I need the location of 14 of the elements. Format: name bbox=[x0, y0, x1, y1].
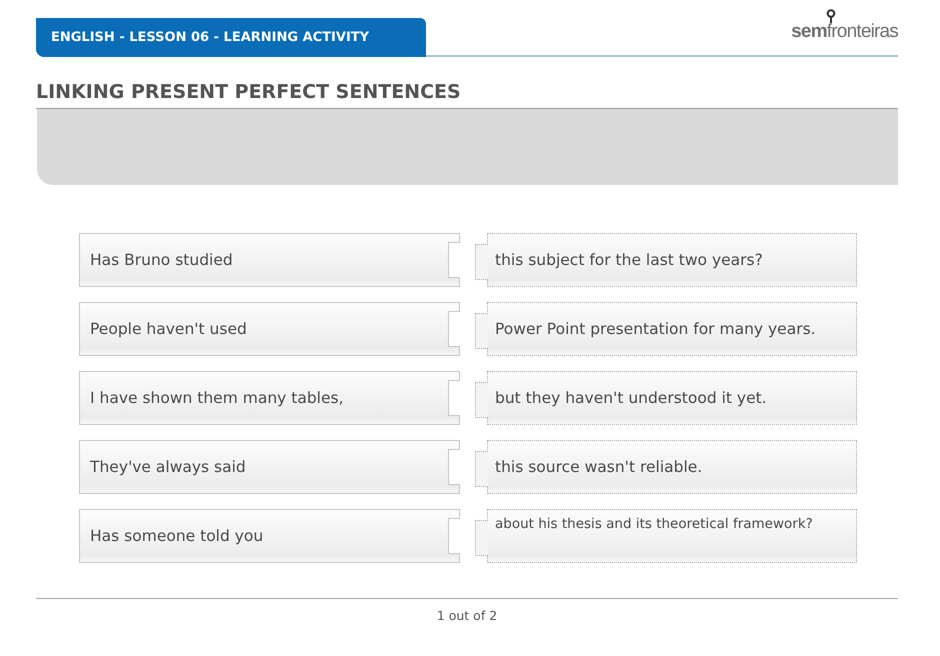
sentence-end-card[interactable]: Power Point presentation for many years. bbox=[475, 302, 857, 356]
sentence-end-card[interactable]: about his thesis and its theoretical framework? bbox=[475, 509, 857, 563]
sentence-start-card[interactable]: Has someone told you bbox=[79, 509, 460, 563]
sentence-start-card[interactable]: I have shown them many tables, bbox=[79, 371, 460, 425]
sentence-end-card[interactable]: this source wasn't reliable. bbox=[475, 440, 857, 494]
sentence-start-card[interactable]: They've always said bbox=[79, 440, 460, 494]
lesson-title-bar: ENGLISH - LESSON 06 - LEARNING ACTIVITY bbox=[36, 18, 426, 57]
map-pin-icon bbox=[826, 9, 836, 23]
page-indicator: 1 out of 2 bbox=[436, 608, 498, 623]
sentence-end-card[interactable]: but they haven't understood it yet. bbox=[475, 371, 857, 425]
logo-text: semfronteiras bbox=[791, 21, 898, 43]
sentence-start-card[interactable]: Has Bruno studied bbox=[79, 233, 460, 287]
sentence-end-card[interactable]: this subject for the last two years? bbox=[475, 233, 857, 287]
sentence-start-card[interactable]: People haven't used bbox=[79, 302, 460, 356]
